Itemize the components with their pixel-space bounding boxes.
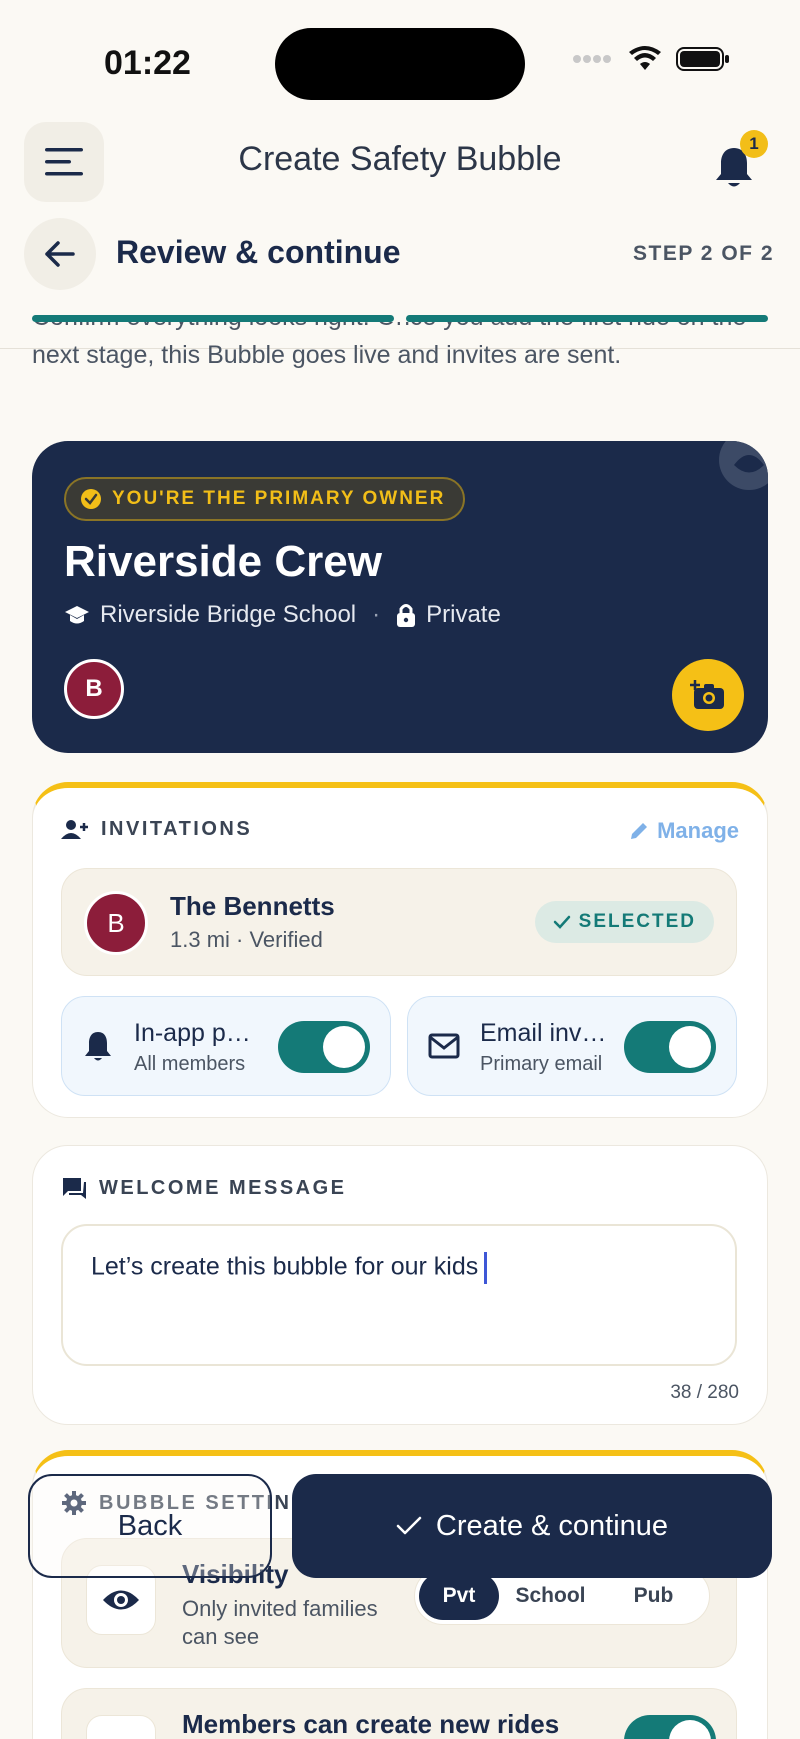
rides-icon-box <box>86 1715 156 1739</box>
signal-icon <box>573 55 611 63</box>
dynamic-island <box>275 28 525 100</box>
welcome-message-card: WELCOME MESSAGE Let’s create this bubble… <box>32 1145 768 1425</box>
check-icon <box>553 915 570 929</box>
bubble-meta: Riverside Bridge School · Private <box>64 601 501 629</box>
visibility-option-public[interactable]: Pub <box>602 1572 705 1620</box>
privacy-label: Private <box>426 601 501 628</box>
pencil-icon <box>631 823 648 839</box>
progress-segment-1 <box>32 315 394 322</box>
create-rides-toggle-knob <box>669 1720 711 1739</box>
create-continue-button[interactable]: Create & continue <box>292 1474 772 1578</box>
back-arrow-button[interactable] <box>24 218 96 290</box>
push-title: In-app push notifications <box>134 1019 264 1047</box>
checkmark-icon <box>396 1516 422 1535</box>
welcome-message-input[interactable]: Let’s create this bubble for our kids <box>61 1224 737 1366</box>
owner-avatar: B <box>64 659 124 719</box>
intro-text: Confirm everything looks right. Once you… <box>32 322 746 369</box>
email-invitations-option: Email invitations Primary email <box>407 996 737 1096</box>
push-toggle[interactable] <box>278 1021 370 1073</box>
verified-badge-icon <box>81 489 101 509</box>
leaf-decoration-icon <box>719 441 768 490</box>
create-continue-label: Create & continue <box>435 1509 669 1542</box>
selected-badge: SELECTED <box>534 901 714 943</box>
status-icons <box>572 46 730 72</box>
primary-owner-label: YOU'RE THE PRIMARY OWNER <box>112 488 446 509</box>
school-cap-icon <box>65 606 89 624</box>
progress-segment-2 <box>406 315 768 322</box>
status-bar: 01:22 <box>0 0 800 120</box>
meta-separator: · <box>372 601 381 628</box>
bubble-summary-card: YOU'RE THE PRIMARY OWNER Riverside Crew … <box>32 441 768 753</box>
eye-icon <box>103 1590 139 1610</box>
visibility-option-school[interactable]: School <box>499 1572 602 1620</box>
primary-owner-badge: YOU'RE THE PRIMARY OWNER <box>64 477 466 521</box>
push-subtitle: All members <box>134 1053 246 1075</box>
visibility-subtitle: Only invited families can see <box>182 1596 378 1649</box>
step-count: STEP 2 OF 2 <box>633 242 774 265</box>
welcome-message-text: Let’s create this bubble for our kids <box>91 1252 488 1284</box>
push-toggle-knob <box>323 1026 365 1068</box>
family-row[interactable]: B The Bennetts 1.3 mi · Verified SELECTE… <box>61 868 737 976</box>
manage-label: Manage <box>657 818 739 843</box>
welcome-message-value: Let’s create this bubble for our kids <box>91 1252 479 1281</box>
email-toggle-knob <box>669 1026 711 1068</box>
manage-link[interactable]: Manage <box>629 818 739 844</box>
family-name: The Bennetts <box>170 891 335 921</box>
welcome-header: WELCOME MESSAGE <box>61 1176 347 1200</box>
visibility-option-private[interactable]: Pvt <box>419 1572 499 1620</box>
lock-icon <box>397 604 416 627</box>
back-button[interactable]: Back <box>28 1474 272 1578</box>
step-title: Review & continue <box>116 234 401 270</box>
email-subtitle: Primary email <box>480 1053 603 1075</box>
bell-ring-icon <box>85 1032 111 1061</box>
school-name: Riverside Bridge School <box>100 601 357 628</box>
email-toggle[interactable] <box>624 1021 716 1073</box>
wifi-icon <box>629 46 661 70</box>
bubble-name: Riverside Crew <box>64 537 382 586</box>
push-notifications-option: In-app push notifications All members <box>61 996 391 1096</box>
text-cursor <box>484 1252 488 1284</box>
page-title: Create Safety Bubble <box>238 140 562 178</box>
email-title: Email invitations <box>480 1019 610 1047</box>
step-bar: Review & continue STEP 2 OF 2 <box>0 214 800 334</box>
family-details: 1.3 mi · Verified <box>170 927 323 952</box>
intro-clip: Confirm everything looks right. Once you… <box>0 322 800 408</box>
add-photo-button[interactable] <box>672 659 744 731</box>
invitations-card: INVITATIONS Manage B The Bennetts 1.3 mi… <box>32 782 768 1118</box>
add-person-icon <box>61 819 88 839</box>
selected-label: SELECTED <box>578 911 696 932</box>
character-counter: 38 / 280 <box>670 1382 739 1403</box>
create-rides-setting-row: Members can create new rides <box>61 1688 737 1739</box>
add-photo-icon <box>690 680 724 709</box>
create-rides-title: Members can create new rides <box>182 1709 560 1739</box>
battery-icon <box>676 47 729 71</box>
envelope-icon <box>428 1033 460 1059</box>
status-time: 01:22 <box>104 44 191 82</box>
arrow-left-icon <box>45 241 75 267</box>
notifications-button[interactable]: 1 <box>714 130 768 194</box>
notification-badge: 1 <box>740 130 768 158</box>
welcome-title: WELCOME MESSAGE <box>99 1176 347 1199</box>
family-avatar: B <box>84 891 148 955</box>
chat-icon <box>63 1178 86 1199</box>
create-rides-toggle[interactable] <box>624 1715 716 1739</box>
invitations-header: INVITATIONS <box>61 818 252 841</box>
invitations-title: INVITATIONS <box>101 818 253 840</box>
app-header: Create Safety Bubble 1 <box>0 118 800 208</box>
